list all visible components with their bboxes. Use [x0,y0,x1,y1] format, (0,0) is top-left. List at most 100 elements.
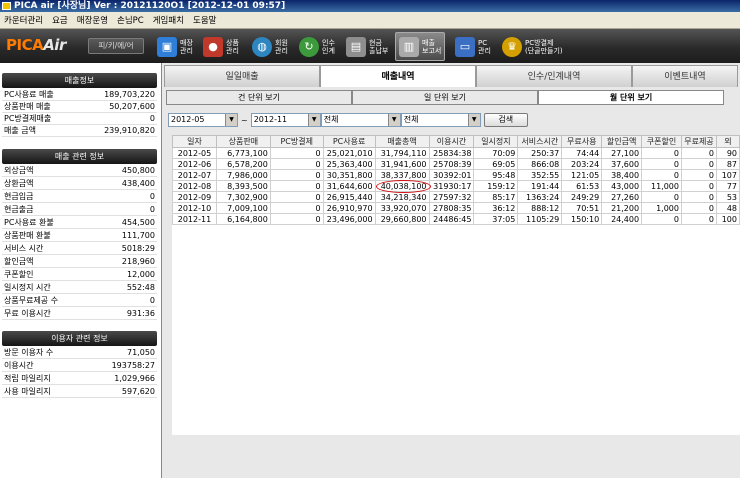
handover-button[interactable]: ↻ 인수 인계 [299,32,335,61]
column-header[interactable]: PC사용료 [322,135,376,148]
table-cell: 6,164,800 [215,213,271,225]
sidebar-row: PC사용료 매출 189,703,220 [2,90,157,101]
table-cell: 29,660,800 [374,213,430,225]
main-tabs: 일일매출 매출내역 인수/인계내역 이벤트내역 [164,65,738,87]
table-cell: 7,302,900 [215,191,271,203]
sales-related-header: 매출 관련 정보 [2,149,157,164]
table-cell: 87 [715,158,740,170]
column-header[interactable]: 상품판매 [215,135,271,148]
table-cell: 27808:35 [428,202,475,214]
column-header[interactable]: 외 [715,135,740,148]
table-cell: 53 [715,191,740,203]
pc-payment-button[interactable]: ♛ PC방결제 (단골만들기) [502,32,563,61]
menu-counter[interactable]: 카운터관리 [4,14,43,26]
window-title: PICA air [사장님] Ver : 20121120O1 [2012-12… [14,1,286,11]
table-row[interactable]: 2012-05 6,773,100 0 25,021,010 31,794,11… [172,147,740,159]
from-month-picker[interactable]: 2012-05 [168,113,238,127]
filter-select-1[interactable]: 전체 [320,113,401,127]
table-cell: 888:12 [517,202,563,214]
sidebar-row: 사용 마일리지 597,620 [2,387,157,398]
table-row[interactable]: 2012-08 8,393,500 0 31,644,600 40,038,10… [172,180,740,194]
pc-icon: ▭ [455,36,475,57]
table-cell: 33,920,070 [374,202,430,214]
tab-event-history[interactable]: 이벤트내역 [632,65,738,87]
cash-book-button[interactable]: ▤ 현금 출납부 [346,32,388,61]
column-header[interactable]: PC방결제 [269,135,324,148]
column-header[interactable]: 무료사용 [561,135,603,148]
table-cell: 352:55 [517,169,563,181]
column-header[interactable]: 이용시간 [428,135,475,148]
program-button[interactable]: 피/키/에/어 [88,38,144,54]
cash-register-icon: ▤ [346,36,366,57]
table-cell: 34,218,340 [374,191,430,203]
search-button[interactable]: 검색 [483,113,528,127]
pc-manage-button[interactable]: ▭ PC 관리 [455,32,491,61]
table-cell: 0 [680,180,717,192]
tab-per-item[interactable]: 건 단위 보기 [166,90,352,105]
table-cell: 90 [715,147,740,159]
table-cell: 250:37 [517,147,563,159]
table-cell: 2012-10 [172,202,217,214]
menu-game-patch[interactable]: 게임패치 [153,14,184,26]
table-cell: 31930:17 [428,180,475,192]
column-header[interactable]: 매출총액 [374,135,430,148]
column-header[interactable]: 일자 [172,135,217,148]
store-manage-button[interactable]: ▣ 매장 관리 [157,32,193,61]
table-cell: 25708:39 [428,158,475,170]
table-cell: 31,794,110 [374,147,430,159]
tab-per-day[interactable]: 일 단위 보기 [352,90,538,105]
product-manage-button[interactable]: ● 상품 관리 [203,32,239,61]
column-header[interactable]: 일시정지 [473,135,519,148]
title-bar: PICA air [사장님] Ver : 20121120O1 [2012-12… [0,0,740,12]
table-cell: 0 [641,158,682,170]
to-month-picker[interactable]: 2012-11 [250,113,321,127]
table-cell: 24,400 [601,213,643,225]
column-header[interactable]: 쿠폰할인 [641,135,682,148]
tab-handover-history[interactable]: 인수/인계내역 [476,65,632,87]
column-header[interactable]: 서비스시간 [517,135,563,148]
sidebar-row: 상품판매 매출 50,207,600 [2,102,157,113]
menu-store-operation[interactable]: 매장운영 [77,14,108,26]
table-cell: 107 [715,169,740,181]
table-cell: 6,578,200 [215,158,271,170]
tab-daily-sales[interactable]: 일일매출 [164,65,320,87]
table-cell: 43,000 [601,180,643,192]
table-row[interactable]: 2012-09 7,302,900 0 26,915,440 34,218,34… [172,191,740,203]
monthly-sales-table: 일자 상품판매 PC방결제 PC사용료 매출총액 이용시간 일시정지 서비스시간… [172,135,740,435]
column-header[interactable]: 할인금액 [601,135,643,148]
menu-help[interactable]: 도움말 [193,14,216,26]
sidebar-row: 상환금액 438,400 [2,179,157,190]
table-cell: 1363:24 [517,191,563,203]
table-row[interactable]: 2012-06 6,578,200 0 25,363,400 31,941,60… [172,158,740,170]
sidebar: 매출정보 PC사용료 매출 189,703,220 상품판매 매출 50,207,6… [0,63,162,478]
table-row[interactable]: 2012-07 7,986,000 0 30,351,800 38,337,80… [172,169,740,181]
table-cell: 30392:01 [428,169,475,181]
table-cell: 150:10 [561,213,603,225]
pica-air-logo: PICAAir [6,36,66,54]
table-row[interactable]: 2012-11 6,164,800 0 23,496,000 29,660,80… [172,213,740,225]
sales-report-button[interactable]: ▥ 매출 보고서 [395,32,446,61]
table-cell: 121:05 [561,169,603,181]
table-cell: 30,351,800 [322,169,376,181]
table-cell: 25834:38 [428,147,475,159]
menu-guest-pc[interactable]: 손님PC [117,14,144,26]
table-cell: 0 [680,202,717,214]
monitor-icon: ▣ [157,36,177,57]
sidebar-row: 상품판매 환불 111,700 [2,231,157,242]
globe-icon: ◍ [252,36,272,57]
table-cell: 31,644,600 [322,180,376,192]
table-row[interactable]: 2012-10 7,009,100 0 26,910,970 33,920,07… [172,202,740,214]
menu-fee[interactable]: 요금 [52,14,68,26]
table-cell: 48 [715,202,740,214]
table-cell: 2012-06 [172,158,217,170]
member-manage-button[interactable]: ◍ 회원 관리 [252,32,288,61]
table-cell: 61:53 [561,180,603,192]
tab-per-month[interactable]: 월 단위 보기 [538,90,724,105]
tab-sales-history[interactable]: 매출내역 [320,65,476,87]
table-cell: 0 [269,191,324,203]
table-cell: 26,915,440 [322,191,376,203]
filter-bar: 2012-05 ~ 2012-11 전체 전체 검색 [168,112,528,128]
table-cell: 0 [269,169,324,181]
column-header[interactable]: 무료제공 [680,135,717,148]
filter-select-2[interactable]: 전체 [400,113,481,127]
